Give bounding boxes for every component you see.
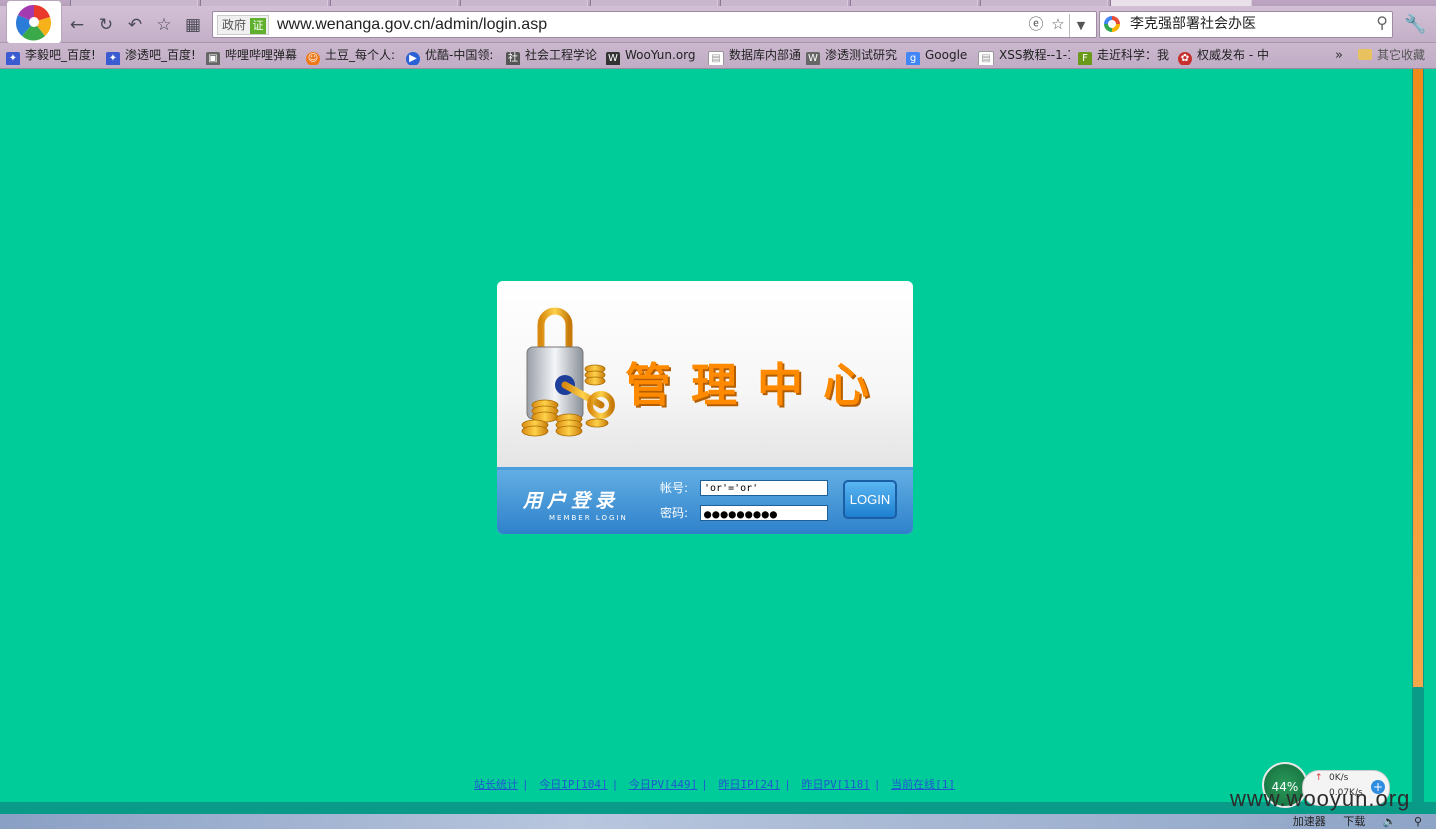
stats-link-today-pv[interactable]: 今日PV[449] [629,778,697,791]
refresh-icon: ↻ [98,15,114,35]
stats-link-site[interactable]: 站长统计 [474,778,518,791]
stats-link-online[interactable]: 当前在线[1] [891,778,955,791]
account-input[interactable]: 'or'='or' [700,480,828,496]
page-bottom-bar [0,802,1436,814]
login-card-header: 管理中心 [497,281,913,467]
arrow-left-icon: ← [69,15,85,35]
stats-link-yesterday-ip[interactable]: 昨日IP[24] [718,778,780,791]
scrollbar-thumb[interactable] [1413,69,1423,687]
status-bar: 加速器 下载 🔈 ⚲ [0,814,1436,829]
rooster-icon: ✿ [1178,52,1192,65]
address-dropdown-icon[interactable]: ▼ [1069,14,1092,37]
bookmarks-more-button[interactable]: » [1335,46,1343,65]
login-form: 用户登录 MEMBER LOGIN 帐号: 'or'='or' 密码: ●●●●… [497,467,913,534]
bookmark-item[interactable]: ✦ 李毅吧_百度! [6,46,98,65]
login-button[interactable]: LOGIN [843,480,897,519]
upload-arrow-icon: ↑ [1315,773,1323,783]
page-icon: ▤ [978,51,994,65]
play-icon: ▶ [406,52,420,65]
paw-icon: ✦ [6,52,20,65]
zoom-icon[interactable]: ⚲ [1414,815,1422,828]
google-icon: g [906,52,920,65]
bookmark-item[interactable]: F 走近科学：我 [1078,46,1170,65]
gov-site-badge[interactable]: 政府证 [217,15,270,35]
other-bookmarks-button[interactable]: 其它收藏 [1358,46,1425,65]
bookmark-item[interactable]: W 渗透测试研究 [806,46,898,65]
volume-icon[interactable]: 🔈 [1383,815,1397,828]
star-icon: ☆ [156,15,172,35]
accelerator-button[interactable]: 加速器 [1293,815,1326,828]
download-button[interactable]: 下载 [1343,815,1365,828]
bookmark-star-icon[interactable]: ☆ [1047,13,1069,36]
bookmark-item[interactable]: ▶ 优酷-中国领: [406,46,498,65]
favorite-button[interactable]: ☆ [153,14,175,36]
address-bar[interactable]: 政府证 www.wenanga.gov.cn/admin/login.asp ⓔ… [212,11,1097,38]
folder-icon [1358,49,1372,60]
watermark: www.wooyun.org [1230,786,1411,811]
verified-icon: 证 [250,18,267,34]
bookmark-item[interactable]: 社社会工程学论 [506,46,598,65]
bookmark-item[interactable]: ☺ 土豆_每个人: [306,46,398,65]
search-engine-icon[interactable] [1104,16,1120,32]
bookmark-item[interactable]: ▣ 哔哩哔哩弹幕 [206,46,298,65]
bookmark-item[interactable]: ✦ 渗透吧_百度! [106,46,198,65]
gov-badge-label: 政府 [222,18,247,32]
tv-icon: ▣ [206,52,220,65]
grid-icon: ▦ [184,15,202,35]
browser-logo-icon[interactable] [6,0,62,44]
page-icon: ▤ [708,51,724,65]
password-input[interactable]: ●●●●●●●●● [700,505,828,521]
refresh-button[interactable]: ↻ [95,14,117,36]
member-login-heading: 用户登录 MEMBER LOGIN [523,490,628,522]
bookmark-item[interactable]: W WooYun.org [606,46,700,65]
apps-button[interactable]: ▦ [182,14,204,36]
back-button[interactable]: ← [66,14,88,36]
tudou-icon: ☺ [306,52,320,65]
site-stats-links: 站长统计 | 今日IP[104] | 今日PV[449] | 昨日IP[24] | 昨日… [474,778,955,791]
login-card: 管理中心 用户登录 MEMBER LOGIN 帐号: 'or'='or' 密码:… [497,281,913,534]
search-input[interactable]: 李克强部署社会办医 [1130,12,1256,37]
search-bar[interactable]: 李克强部署社会办医 ⚲ [1099,11,1393,38]
url-text[interactable]: www.wenanga.gov.cn/admin/login.asp [277,12,547,37]
social-icon: 社 [506,52,520,65]
browser-toolbar: ← ↻ ↶ ☆ ▦ 政府证 www.wenanga.gov.cn/admin/l… [0,0,1436,44]
stats-link-yesterday-pv[interactable]: 昨日PV[118] [801,778,869,791]
upload-speed: 0K/s [1329,773,1349,783]
w-icon: W [806,52,820,65]
stats-link-today-ip[interactable]: 今日IP[104] [539,778,607,791]
password-label: 密码: [660,506,689,520]
bookmark-item[interactable]: g Google [906,46,974,65]
bookmark-item[interactable]: ▤ XSS教程--1-1 [978,46,1070,65]
page-title: 管理中心 [625,358,889,412]
bookmark-item[interactable]: ✿ 权威发布 - 中 [1178,46,1268,65]
bookmark-item[interactable]: ▤ 数据库内部通 [708,46,800,65]
wooyun-icon: W [606,52,620,65]
paw-icon: ✦ [106,52,120,65]
bookmarks-bar: ✦ 李毅吧_百度! ✦ 渗透吧_百度! ▣ 哔哩哔哩弹幕 ☺ 土豆_每个人: ▶ 优酷-中… [0,43,1436,69]
ie-mode-icon[interactable]: ⓔ [1025,13,1047,36]
vertical-scrollbar[interactable] [1412,69,1424,802]
account-label: 帐号: [660,481,689,495]
f-icon: F [1078,52,1092,65]
wrench-icon[interactable]: 🔧 [1404,14,1426,35]
undo-close-button[interactable]: ↶ [124,14,146,36]
search-icon[interactable]: ⚲ [1376,13,1388,32]
undo-icon: ↶ [127,15,143,35]
padlock-coins-icon [521,307,615,437]
